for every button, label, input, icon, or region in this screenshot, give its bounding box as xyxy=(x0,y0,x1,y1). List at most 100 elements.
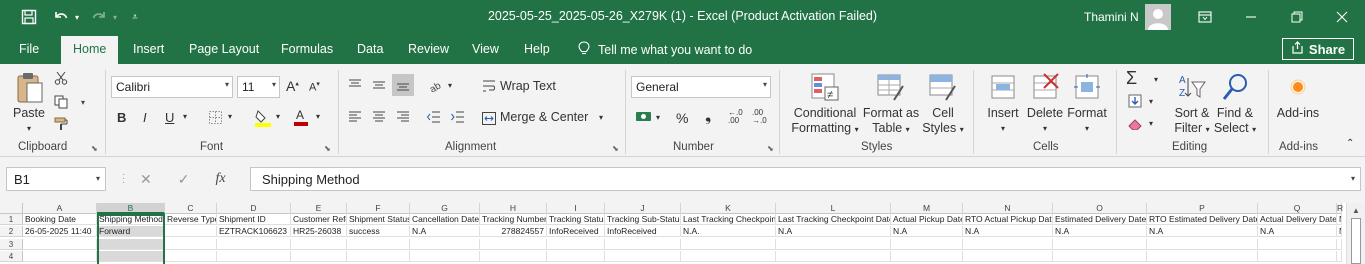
format-cells-icon[interactable] xyxy=(1070,70,1104,104)
cancel-icon[interactable]: ✕ xyxy=(140,171,152,188)
cell-b2[interactable]: Forward xyxy=(97,226,165,238)
cell-e2[interactable]: HR25-26038 xyxy=(291,226,347,238)
user-name[interactable]: Thamini N xyxy=(1084,10,1139,24)
cell-r4[interactable] xyxy=(1337,250,1342,262)
insert-cells-icon[interactable] xyxy=(986,70,1020,104)
fill-color-icon[interactable] xyxy=(253,108,273,128)
decrease-indent-icon[interactable] xyxy=(425,108,443,126)
cell-g3[interactable] xyxy=(410,238,480,250)
cell-n4[interactable] xyxy=(963,250,1053,262)
merge-center-button[interactable]: Merge & Center xyxy=(500,110,588,124)
cell-q4[interactable] xyxy=(1258,250,1337,262)
find-select-icon[interactable] xyxy=(1219,70,1251,104)
column-header-b[interactable]: B xyxy=(97,203,165,214)
row-header-1[interactable]: 1 xyxy=(0,214,23,225)
column-header-k[interactable]: K xyxy=(681,203,776,214)
cell-c2[interactable] xyxy=(165,226,217,238)
row-header-3[interactable]: 3 xyxy=(0,238,23,250)
cell-styles-icon[interactable] xyxy=(926,70,960,104)
cell-r1[interactable]: N xyxy=(1337,214,1342,225)
align-center-icon[interactable] xyxy=(370,108,388,126)
cell-b3[interactable] xyxy=(97,238,165,250)
autosum-dropdown-icon[interactable]: ▾ xyxy=(1154,75,1158,84)
clear-icon[interactable] xyxy=(1126,115,1144,133)
conditional-formatting-icon[interactable]: ≠ xyxy=(808,70,842,104)
column-header-f[interactable]: F xyxy=(347,203,410,214)
select-all-button[interactable] xyxy=(0,203,23,214)
cell-a2[interactable]: 26-05-2025 11:40 xyxy=(23,226,97,238)
wrap-text-button[interactable]: Wrap Text xyxy=(500,79,556,93)
tab-insert[interactable]: Insert xyxy=(133,42,164,56)
find-select-button[interactable]: Find & Select ▾ xyxy=(1213,106,1257,137)
cell-h4[interactable] xyxy=(480,250,547,262)
cell-m2[interactable]: N.A xyxy=(891,226,963,238)
cell-i3[interactable] xyxy=(547,238,605,250)
delete-cells-button[interactable]: Delete ▾ xyxy=(1024,106,1066,136)
copy-dropdown-icon[interactable]: ▾ xyxy=(78,97,88,107)
cell-i1[interactable]: Tracking Status xyxy=(547,214,605,225)
sort-filter-button[interactable]: Sort & Filter ▾ xyxy=(1170,106,1214,137)
expand-formula-bar-icon[interactable]: ▾ xyxy=(1351,174,1355,183)
number-format-combo[interactable]: General ▾ xyxy=(631,76,771,98)
collapse-ribbon-icon[interactable]: ⌃ xyxy=(1346,138,1354,149)
bold-button[interactable]: B xyxy=(117,110,126,125)
increase-font-size-icon[interactable]: A▴ xyxy=(286,78,299,94)
minimize-button[interactable] xyxy=(1228,0,1274,34)
underline-dropdown-icon[interactable]: ▾ xyxy=(183,112,187,121)
comma-style-icon[interactable]: ❟ xyxy=(705,108,711,126)
increase-decimal-icon[interactable]: ←.0.00 xyxy=(728,109,743,125)
column-header-q[interactable]: Q xyxy=(1258,203,1337,214)
cell-f2[interactable]: success xyxy=(347,226,410,238)
cell-e3[interactable] xyxy=(291,238,347,250)
column-header-g[interactable]: G xyxy=(410,203,480,214)
cell-a1[interactable]: Booking Date xyxy=(23,214,97,225)
merge-center-dropdown-icon[interactable]: ▾ xyxy=(599,113,603,122)
tab-view[interactable]: View xyxy=(472,42,499,56)
decrease-decimal-icon[interactable]: .00 →.0 xyxy=(752,109,767,125)
close-button[interactable] xyxy=(1319,0,1365,34)
scroll-up-icon[interactable]: ▲ xyxy=(1350,206,1362,216)
cell-b4[interactable] xyxy=(97,250,165,262)
font-launcher-icon[interactable]: ⬊ xyxy=(324,144,331,153)
scroll-thumb[interactable] xyxy=(1351,218,1361,264)
format-painter-icon[interactable] xyxy=(52,115,70,133)
increase-indent-icon[interactable] xyxy=(449,108,467,126)
paste-icon[interactable] xyxy=(12,70,46,106)
cell-a3[interactable] xyxy=(23,238,97,250)
cell-d1[interactable]: Shipment ID xyxy=(217,214,291,225)
column-header-a[interactable]: A xyxy=(23,203,97,214)
cell-p4[interactable] xyxy=(1147,250,1258,262)
cell-d3[interactable] xyxy=(217,238,291,250)
column-header-r[interactable]: R xyxy=(1337,203,1343,214)
column-header-n[interactable]: N xyxy=(963,203,1053,214)
cell-f4[interactable] xyxy=(347,250,410,262)
ribbon-display-options-icon[interactable] xyxy=(1182,0,1228,34)
cell-p3[interactable] xyxy=(1147,238,1258,250)
fill-dropdown-icon[interactable]: ▾ xyxy=(1149,97,1153,106)
cell-q3[interactable] xyxy=(1258,238,1337,250)
cell-m1[interactable]: Actual Pickup Date xyxy=(891,214,963,225)
fill-icon[interactable] xyxy=(1126,92,1144,110)
cell-l2[interactable]: N.A xyxy=(776,226,891,238)
cell-g1[interactable]: Cancellation Date xyxy=(410,214,480,225)
column-header-m[interactable]: M xyxy=(891,203,963,214)
number-launcher-icon[interactable]: ⬊ xyxy=(767,144,774,153)
cell-q1[interactable]: Actual Delivery Date xyxy=(1258,214,1337,225)
cell-k1[interactable]: Last Tracking Checkpoint xyxy=(681,214,776,225)
top-align-icon[interactable] xyxy=(346,76,364,94)
font-size-combo[interactable]: 11 ▾ xyxy=(237,76,280,98)
wrap-text-icon[interactable] xyxy=(481,78,497,94)
cell-p1[interactable]: RTO Estimated Delivery Date xyxy=(1147,214,1258,225)
cell-r3[interactable] xyxy=(1337,238,1342,250)
cell-l3[interactable] xyxy=(776,238,891,250)
bottom-align-icon[interactable] xyxy=(392,74,414,96)
cell-e4[interactable] xyxy=(291,250,347,262)
column-header-e[interactable]: E xyxy=(291,203,347,214)
cell-h2[interactable]: 278824557 xyxy=(480,226,547,238)
cell-j4[interactable] xyxy=(605,250,681,262)
copy-icon[interactable] xyxy=(52,93,70,111)
cell-o1[interactable]: Estimated Delivery Date xyxy=(1053,214,1147,225)
borders-dropdown-icon[interactable]: ▾ xyxy=(228,112,232,121)
cell-j1[interactable]: Tracking Sub-Status xyxy=(605,214,681,225)
column-header-p[interactable]: P xyxy=(1147,203,1258,214)
